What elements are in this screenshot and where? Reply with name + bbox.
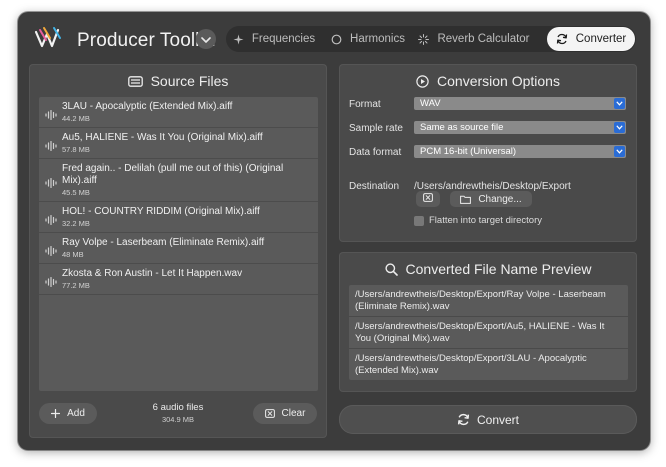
tab-converter[interactable]: Converter [547,27,635,51]
preview-item: /Users/andrewtheis/Desktop/Export/Ray Vo… [349,285,628,317]
tab-label: Frequencies [251,33,316,45]
clear-x-icon [423,193,433,205]
file-size: 77.2 MB [62,281,90,290]
file-item[interactable]: Fred again.. - Delilah (pull me out of t… [39,159,318,202]
source-files-title: Source Files [150,73,229,89]
files-summary: 6 audio files 304.9 MB [128,402,228,424]
tab-reverb-calculator[interactable]: Reverb Calculator [414,27,534,51]
clear-destination-button[interactable] [416,191,440,207]
tab-bar: Frequencies Harmonics Reverb Calculator … [226,26,636,52]
source-files-header: Source Files [29,73,327,89]
chevron-down-icon [614,98,625,109]
file-name: HOL! - COUNTRY RIDDIM (Original Mix).aif… [62,206,260,217]
chevron-down-icon [201,30,211,48]
format-select[interactable]: WAV [414,97,626,110]
sample-rate-label: Sample rate [349,123,403,134]
flatten-checkbox[interactable] [414,216,424,226]
change-destination-button[interactable]: Change... [450,191,532,207]
tab-label: Converter [575,33,627,45]
waveform-icon [45,243,57,261]
file-size: 57.8 MB [62,145,90,154]
file-item[interactable]: Ray Volpe - Laserbeam (Eliminate Remix).… [39,233,318,264]
waveform-icon [45,138,57,156]
sample-rate-select[interactable]: Same as source file [414,121,626,134]
file-name: Au5, HALIENE - Was It You (Original Mix)… [62,132,263,143]
file-name-preview-header: Converted File Name Preview [339,261,637,277]
file-item[interactable]: HOL! - COUNTRY RIDDIM (Original Mix).aif… [39,202,318,233]
clear-x-icon [264,409,275,418]
app-menu-button[interactable] [196,29,216,49]
flatten-label: Flatten into target directory [429,215,542,226]
clear-button[interactable]: Clear [253,403,317,424]
file-name-preview-title: Converted File Name Preview [405,261,592,277]
waveform-icon [45,175,57,193]
starburst-icon [418,33,430,45]
files-total-size: 304.9 MB [161,415,195,424]
file-name: Zkosta & Ron Austin - Let It Happen.wav [62,268,243,279]
format-value: WAV [420,98,441,109]
file-size: 32.2 MB [62,219,90,228]
preview-list: /Users/andrewtheis/Desktop/Export/Ray Vo… [349,285,628,380]
tab-harmonics[interactable]: Harmonics [322,27,414,51]
sample-rate-value: Same as source file [420,122,504,133]
file-name: Ray Volpe - Laserbeam (Eliminate Remix).… [62,237,265,248]
file-size: 45.5 MB [62,188,90,197]
change-label: Change... [478,193,522,205]
data-format-label: Data format [349,147,402,158]
tab-frequencies[interactable]: Frequencies [226,27,322,51]
data-format-value: PCM 16-bit (Universal) [420,146,517,157]
file-name: Fred again.. - Delilah (pull me out of t… [62,163,284,186]
toolbar: Producer Toolkit Frequencies Harmonics R… [18,12,650,62]
circle-icon [331,34,342,45]
app-window: Producer Toolkit Frequencies Harmonics R… [18,12,650,450]
add-label: Add [67,408,85,419]
convert-button[interactable]: Convert [339,405,637,434]
convert-label: Convert [476,412,520,427]
file-size: 44.2 MB [62,114,90,123]
destination-label: Destination [349,181,400,192]
play-circle-icon [416,74,429,88]
app-logo [34,24,64,50]
waveform-icon [45,212,57,230]
refresh-icon [556,33,568,45]
preview-item: /Users/andrewtheis/Desktop/Export/3LAU -… [355,353,587,376]
preview-item: /Users/andrewtheis/Desktop/Export/Au5, H… [349,317,628,349]
file-size: 48 MB [62,250,84,259]
data-format-select[interactable]: PCM 16-bit (Universal) [414,145,626,158]
files-count: 6 audio files [152,402,204,413]
add-button[interactable]: Add [39,403,97,424]
waveform-icon [45,274,57,292]
file-name: 3LAU - Apocalyptic (Extended Mix).aiff [62,101,233,112]
file-item[interactable]: Au5, HALIENE - Was It You (Original Mix)… [39,128,318,159]
file-item[interactable]: Zkosta & Ron Austin - Let It Happen.wav … [39,264,318,295]
app-title: Producer Toolkit [77,30,215,51]
sparkle-icon [233,34,244,45]
drive-icon [127,75,143,87]
chevron-down-icon [614,146,625,157]
search-icon [384,262,398,276]
file-item[interactable]: 3LAU - Apocalyptic (Extended Mix).aiff 4… [39,97,318,128]
plus-icon [51,409,61,418]
tab-label: Reverb Calculator [437,33,530,45]
tab-label: Harmonics [350,33,405,45]
format-label: Format [349,99,381,110]
chevron-down-icon [614,122,625,133]
source-file-list[interactable]: 3LAU - Apocalyptic (Extended Mix).aiff 4… [39,97,318,391]
conversion-options-header: Conversion Options [339,73,637,89]
clear-label: Clear [281,408,306,419]
waveform-icon [45,107,57,125]
folder-icon [460,195,472,204]
conversion-options-title: Conversion Options [437,73,560,89]
refresh-icon [457,413,470,426]
